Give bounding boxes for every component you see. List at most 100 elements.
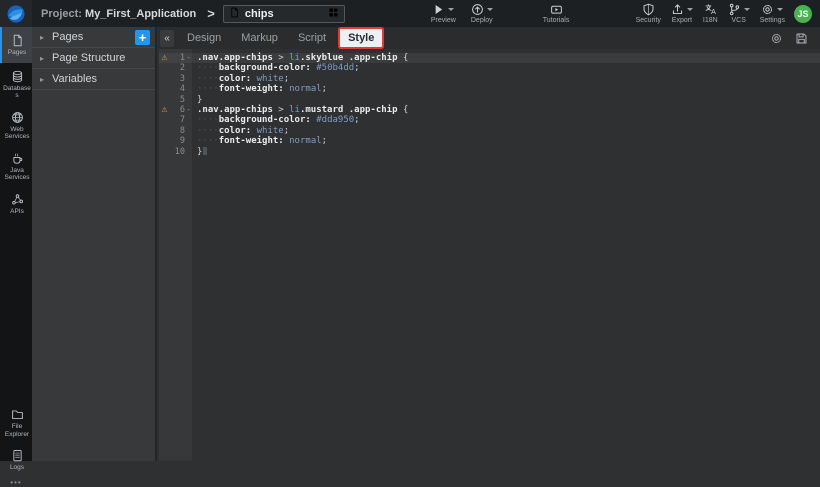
tab-style[interactable]: Style [340, 29, 382, 47]
sidebar-item-file-explorer[interactable]: File Explorer [0, 403, 32, 442]
fold-marker[interactable]: - [185, 53, 192, 63]
panel-section-label: Pages [52, 31, 83, 43]
panel-section-pages[interactable]: ▸ Pages + [32, 27, 155, 48]
sidebar-item-java-services[interactable]: Java Services [0, 147, 32, 186]
code-line-content: ····background-color: #50b4dd; [192, 63, 820, 73]
gutter-cell: 8 [159, 126, 192, 136]
code-line: 8····color: white; [159, 126, 820, 136]
line-number: 1 [170, 53, 185, 63]
user-avatar[interactable]: JS [794, 5, 812, 23]
code-line: 2 ····background-color: #50b4dd; [159, 63, 820, 73]
code-line-content: .nav.app-chips > li.skyblue .app-chip { [192, 53, 820, 63]
code-line-content: } [192, 95, 820, 105]
editor-settings-button[interactable] [770, 32, 783, 45]
chevron-right-icon: ▸ [40, 54, 44, 63]
sidebar-item-web-services[interactable]: Web Services [0, 106, 32, 145]
avatar-initials: JS [797, 9, 808, 19]
project-breadcrumb: Project: My_First_Application [41, 8, 196, 20]
toolbar-security[interactable]: Security [636, 0, 661, 27]
toolbar-i18n[interactable]: AI18N [703, 0, 718, 27]
branch-icon [728, 3, 741, 16]
toolbar-preview[interactable]: Preview [431, 0, 456, 27]
logs-icon [11, 449, 24, 462]
sidebar-item-label: Pages [2, 49, 32, 57]
gutter-cell: 4 [159, 84, 192, 94]
page-file-icon [229, 7, 240, 18]
toolbar-settings[interactable]: Settings [760, 0, 785, 27]
code-line: 9····font-weight: normal; [159, 136, 820, 146]
tab-design[interactable]: Design [177, 27, 231, 49]
sidebar-more-button[interactable]: ••• [0, 478, 32, 487]
tab-script[interactable]: Script [288, 27, 336, 49]
code-editor[interactable]: ⚠1-.nav.app-chips > li.skyblue .app-chip… [159, 49, 820, 461]
export-icon [671, 3, 684, 16]
toolbar-vcs[interactable]: VCS [728, 0, 750, 27]
chevron-down-icon [487, 8, 493, 11]
gutter-cell: 5 [159, 95, 192, 105]
toolbar-deploy[interactable]: Deploy [471, 0, 493, 27]
save-button[interactable] [795, 32, 808, 45]
chevron-down-icon [744, 8, 750, 11]
wavemaker-logo-icon [6, 4, 26, 24]
sidebar-item-logs[interactable]: Logs [0, 444, 32, 476]
sidebar-item-label: Web Services [2, 126, 32, 141]
chevron-right-icon: ▸ [40, 75, 44, 84]
line-number: 3 [170, 74, 185, 84]
panel-section-variables[interactable]: ▸Variables [32, 69, 155, 90]
top-bar: Project: My_First_Application > chips Pr… [0, 0, 820, 27]
line-number: 7 [170, 115, 185, 125]
gutter-cell: 2 [159, 63, 192, 73]
line-number: 10 [170, 147, 185, 157]
panel-section-page-structure[interactable]: ▸Page Structure [32, 48, 155, 69]
grid-icon[interactable] [328, 7, 339, 18]
toolbar-export[interactable]: Export [671, 0, 693, 27]
chevron-right-icon: ▸ [40, 33, 44, 42]
tab-bar: « DesignMarkupScriptStyle [159, 27, 820, 49]
play-icon [432, 3, 445, 16]
sidebar-item-label: Java Services [2, 167, 32, 182]
gear-icon [770, 32, 783, 45]
page-icon [11, 34, 24, 47]
left-sidebar: Pages Databases Web Services Java Services A… [0, 27, 32, 461]
fold-marker[interactable]: - [185, 105, 192, 115]
code-line-content: .nav.app-chips > li.mustard .app-chip { [192, 105, 820, 115]
toolbar-label: I18N [703, 17, 718, 24]
toolbar-label: VCS [732, 17, 746, 24]
coffee-icon [11, 152, 24, 165]
shield-icon [642, 3, 655, 16]
sidebar-item-databases[interactable]: Databases [0, 65, 32, 104]
toolbar-tutorials[interactable]: Tutorials [543, 0, 570, 27]
code-line-content: ····color: white; [192, 74, 820, 84]
code-line: 10} [159, 147, 820, 157]
collapse-panel-button[interactable]: « [160, 30, 174, 47]
line-number: 2 [170, 63, 185, 73]
app-logo[interactable] [0, 0, 32, 27]
toolbar-label: Security [636, 17, 661, 24]
gutter-cell: 9 [159, 136, 192, 146]
chevron-down-icon [777, 8, 783, 11]
sidebar-item-pages[interactable]: Pages [0, 27, 32, 63]
ellipsis-icon: ••• [10, 478, 21, 487]
pages-panel: ▸ Pages + ▸Page Structure▸Variables [32, 27, 157, 461]
tab-markup[interactable]: Markup [231, 27, 288, 49]
code-line-content: ····font-weight: normal; [192, 84, 820, 94]
page-selector[interactable]: chips [223, 5, 345, 23]
warning-icon: ⚠ [159, 105, 170, 115]
globe-icon [11, 111, 24, 124]
gear-icon [761, 3, 774, 16]
toolbar-label: Tutorials [543, 17, 570, 24]
sidebar-item-label: Logs [2, 464, 32, 472]
line-number: 5 [170, 95, 185, 105]
toolbar-label: Deploy [471, 17, 493, 24]
chevron-down-icon [448, 8, 454, 11]
save-icon [795, 32, 808, 45]
sidebar-item-label: Databases [2, 85, 32, 100]
sidebar-item-apis[interactable]: APIs [0, 188, 32, 220]
page-name: chips [245, 8, 328, 20]
gutter-cell: 7 [159, 115, 192, 125]
nodes-icon [11, 193, 24, 206]
line-number: 8 [170, 126, 185, 136]
warning-icon: ⚠ [159, 53, 170, 63]
add-page-button[interactable]: + [135, 30, 150, 45]
deploy-icon [471, 3, 484, 16]
